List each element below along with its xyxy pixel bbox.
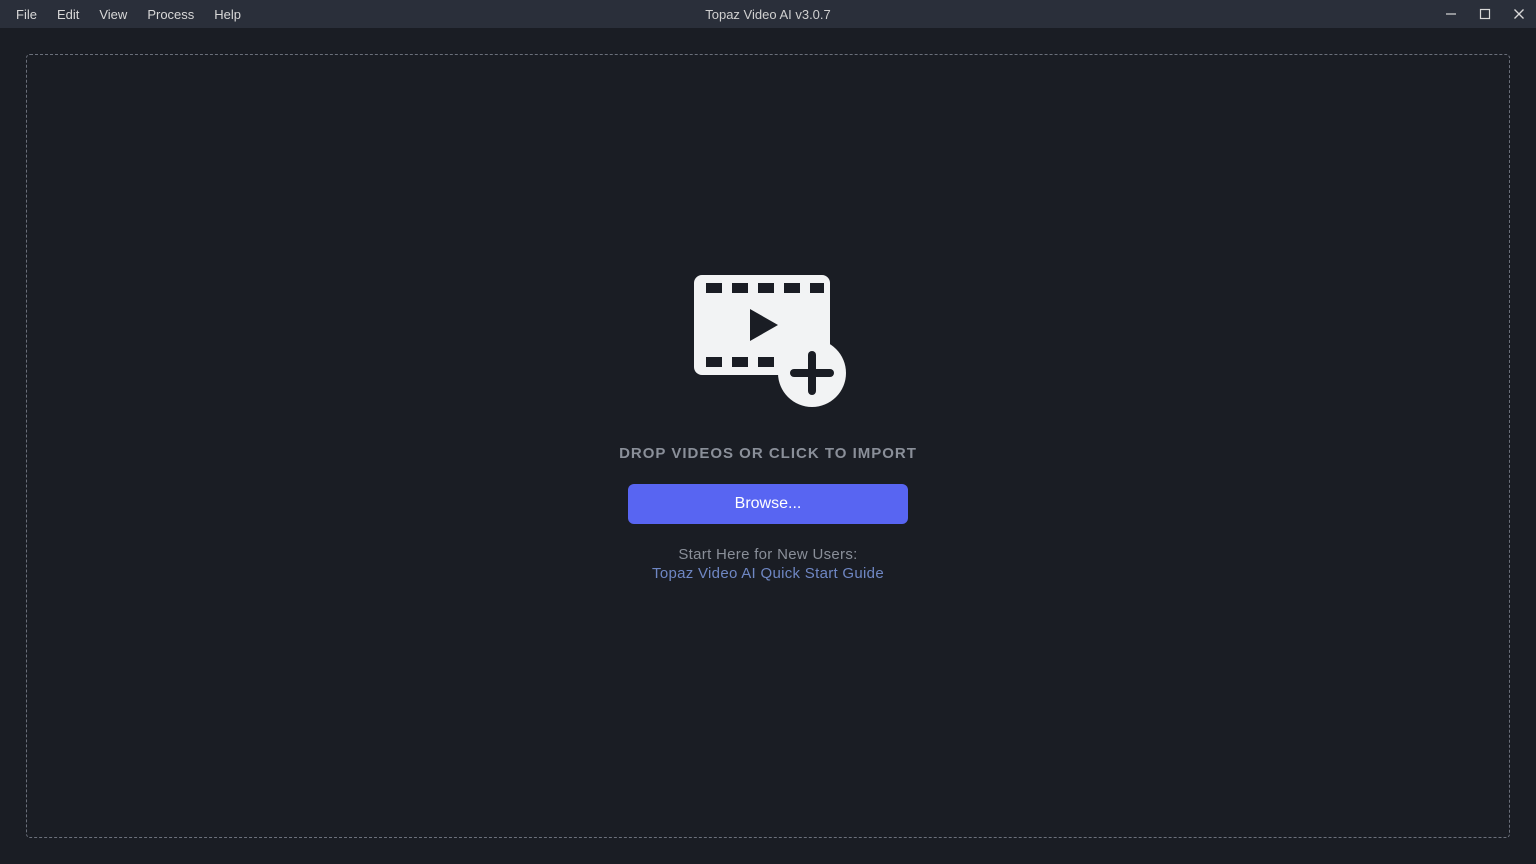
menu-process[interactable]: Process (137, 3, 204, 26)
hint-label: Start Here for New Users: (652, 546, 884, 563)
browse-button[interactable]: Browse... (628, 484, 908, 524)
app-title: Topaz Video AI v3.0.7 (705, 7, 831, 22)
drop-content: DROP VIDEOS OR CLICK TO IMPORT Browse...… (619, 271, 917, 582)
window-controls (1434, 0, 1536, 28)
maximize-button[interactable] (1468, 0, 1502, 28)
menu-view[interactable]: View (89, 3, 137, 26)
minimize-button[interactable] (1434, 0, 1468, 28)
close-button[interactable] (1502, 0, 1536, 28)
drop-zone[interactable]: DROP VIDEOS OR CLICK TO IMPORT Browse...… (26, 54, 1510, 838)
workspace: DROP VIDEOS OR CLICK TO IMPORT Browse...… (0, 28, 1536, 864)
minimize-icon (1445, 8, 1457, 20)
close-icon (1513, 8, 1525, 20)
maximize-icon (1479, 8, 1491, 20)
film-add-icon (688, 271, 848, 411)
menu-bar: File Edit View Process Help (0, 3, 251, 26)
quick-start-guide-link[interactable]: Topaz Video AI Quick Start Guide (652, 565, 884, 582)
new-user-hint: Start Here for New Users: Topaz Video AI… (652, 546, 884, 582)
menu-file[interactable]: File (6, 3, 47, 26)
menu-edit[interactable]: Edit (47, 3, 89, 26)
title-bar: File Edit View Process Help Topaz Video … (0, 0, 1536, 28)
menu-help[interactable]: Help (204, 3, 251, 26)
drop-instruction: DROP VIDEOS OR CLICK TO IMPORT (619, 445, 917, 462)
